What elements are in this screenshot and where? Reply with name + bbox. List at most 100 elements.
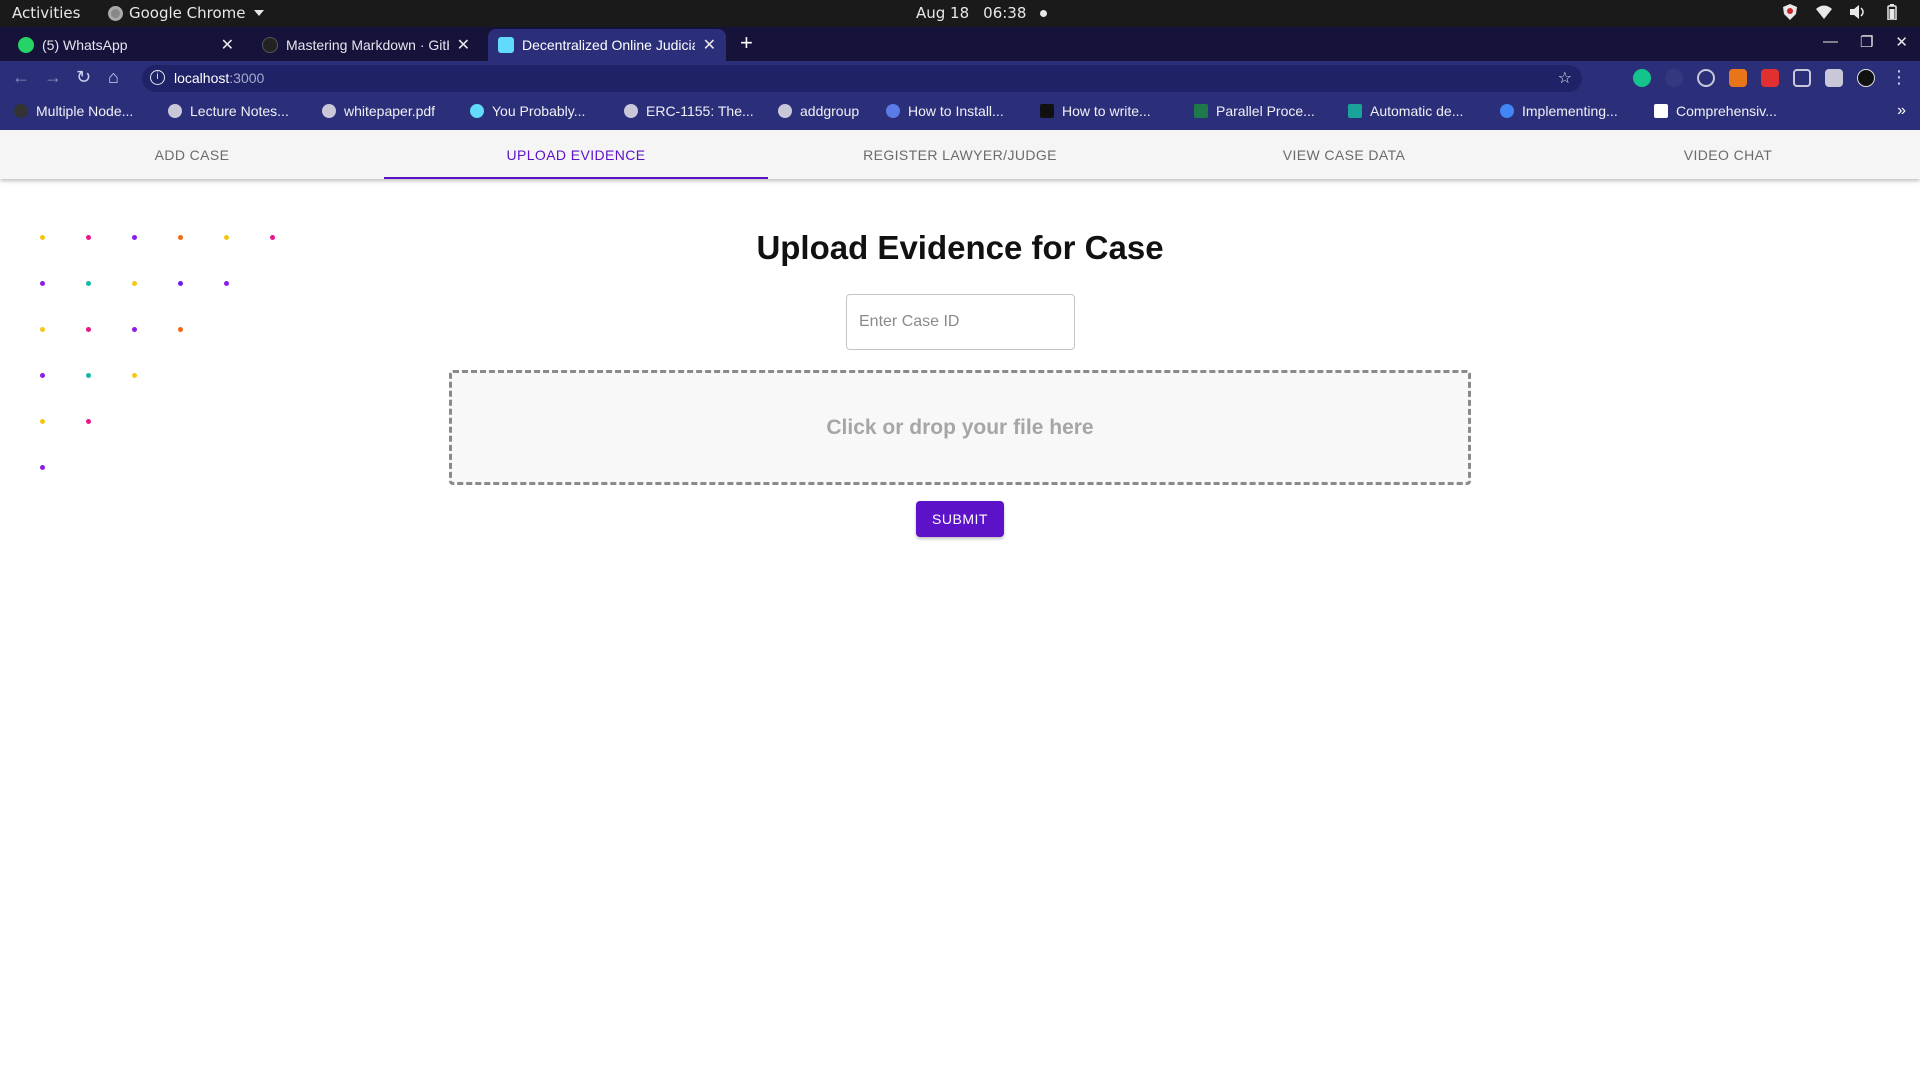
bookmark-label: Parallel Proce... [1216,103,1315,119]
forward-icon[interactable]: → [44,67,62,88]
bookmarks-bar: Multiple Node... Lecture Notes... whitep… [0,96,1920,130]
bookmark-item[interactable]: whitepaper.pdf [322,103,435,119]
reload-icon[interactable]: ↻ [76,67,91,88]
tab-upload-evidence[interactable]: UPLOAD EVIDENCE [384,130,768,179]
new-tab-button[interactable]: + [740,30,753,56]
clock-date: Aug 18 [916,4,970,22]
clock[interactable]: Aug 18 06:38 [916,4,1048,22]
grammarly-extension-icon[interactable] [1633,69,1651,87]
bookmark-item[interactable]: Multiple Node... [14,103,133,119]
browser-toolbar: ← → ↻ ⌂ i localhost:3000 ☆ ⋮ [0,61,1920,96]
bookmark-item[interactable]: How to Install... [886,103,1004,119]
close-window-icon[interactable]: ✕ [1895,33,1908,51]
whatsapp-icon [18,37,34,53]
site-info-icon[interactable]: i [150,70,165,85]
browser-tab-active[interactable]: Decentralized Online Judiciary ✕ [488,29,726,61]
browser-tab-title: Mastering Markdown · GitHub [286,37,449,53]
close-icon[interactable]: ✕ [703,35,716,55]
decorative-dot [40,419,45,424]
volume-icon [1850,4,1866,20]
home-icon[interactable]: ⌂ [108,67,119,88]
close-icon[interactable]: ✕ [457,35,470,55]
decorative-dot [178,327,183,332]
bookmark-star-icon[interactable]: ☆ [1558,68,1572,88]
bookmark-item[interactable]: Comprehensiv... [1654,103,1777,119]
bookmark-favicon-icon [1348,104,1362,118]
url-text: localhost:3000 [174,70,264,86]
file-dropzone[interactable]: Click or drop your file here [449,370,1471,485]
react-icon [470,104,484,118]
window-controls: — ❐ ✕ [1823,33,1908,51]
submit-button[interactable]: SUBMIT [916,501,1004,537]
chrome-icon [108,5,123,21]
close-icon[interactable]: ✕ [221,35,234,55]
puzzle-icon[interactable] [1825,69,1843,87]
case-id-input[interactable] [846,294,1075,350]
react-icon [498,37,514,53]
os-top-bar: Activities Google Chrome Aug 18 06:38 [0,0,1920,27]
decorative-dot [224,281,229,286]
tab-view-case-data[interactable]: VIEW CASE DATA [1152,130,1536,179]
bookmark-label: Comprehensiv... [1676,103,1777,119]
bookmark-label: Automatic de... [1370,103,1464,119]
bookmark-item[interactable]: Automatic de... [1348,103,1463,119]
browser-tab-whatsapp[interactable]: (5) WhatsApp ✕ [8,29,244,61]
decorative-dot [132,327,137,332]
bookmark-label: How to Install... [908,103,1004,119]
browser-tab-strip: (5) WhatsApp ✕ Mastering Markdown · GitH… [0,27,1920,61]
dropzone-label: Click or drop your file here [826,415,1094,439]
restore-icon[interactable]: ❐ [1860,33,1873,51]
google-cloud-icon [1500,104,1514,118]
wifi-icon [1816,4,1832,20]
bookmark-item[interactable]: ERC-1155: The... [624,103,754,119]
extension-icon[interactable] [1665,69,1683,87]
decorative-dot [40,281,45,286]
tab-register-lawyer-judge[interactable]: REGISTER LAWYER/JUDGE [768,130,1152,179]
extension-icon[interactable] [1793,69,1811,87]
battery-icon [1884,4,1900,20]
back-icon[interactable]: ← [12,67,30,88]
bookmark-label: Lecture Notes... [190,103,289,119]
decorative-dot [40,373,45,378]
bookmark-label: whitepaper.pdf [344,103,436,119]
minimize-icon[interactable]: — [1823,33,1838,51]
profile-avatar[interactable] [1857,69,1875,87]
page-title: Upload Evidence for Case [756,229,1164,266]
shield-icon [1782,4,1798,20]
notification-dot-icon [1040,9,1048,17]
chevron-right-icon[interactable]: » [1897,102,1906,120]
globe-icon [624,104,638,118]
browser-tab-title: Decentralized Online Judiciary [522,37,695,53]
metamask-extension-icon[interactable] [1729,69,1747,87]
menu-kebab-icon[interactable]: ⋮ [1890,67,1908,88]
decorative-dot [40,465,45,470]
decorative-dot [86,281,91,286]
url-host: localhost [174,70,230,86]
tab-video-chat[interactable]: VIDEO CHAT [1536,130,1920,179]
address-bar[interactable]: i localhost:3000 ☆ [142,65,1582,92]
globe-icon [168,104,182,118]
system-tray[interactable] [1782,4,1900,20]
decorative-dot [86,327,91,332]
app-menu[interactable]: Google Chrome [108,4,264,22]
decorative-dot [132,373,137,378]
globe-icon [778,104,792,118]
bookmark-item[interactable]: addgroup [778,103,859,119]
bookmark-item[interactable]: Lecture Notes... [168,103,289,119]
browser-tab-github[interactable]: Mastering Markdown · GitHub ✕ [252,29,480,61]
bookmark-item[interactable]: You Probably... [470,103,585,119]
bookmark-item[interactable]: How to write... [1040,103,1151,119]
bookmark-label: You Probably... [492,103,586,119]
app-nav-tabs: ADD CASE UPLOAD EVIDENCE REGISTER LAWYER… [0,130,1920,179]
github-icon [262,37,278,53]
app-menu-label: Google Chrome [129,4,246,22]
activities-button[interactable]: Activities [12,4,80,22]
bookmark-item[interactable]: Implementing... [1500,103,1618,119]
extension-icon[interactable] [1761,69,1779,87]
bookmark-favicon-icon [1194,104,1208,118]
extension-icon[interactable] [1697,69,1715,87]
bookmark-item[interactable]: Parallel Proce... [1194,103,1315,119]
bookmark-label: Implementing... [1522,103,1618,119]
tab-add-case[interactable]: ADD CASE [0,130,384,179]
chevron-down-icon [253,10,264,16]
